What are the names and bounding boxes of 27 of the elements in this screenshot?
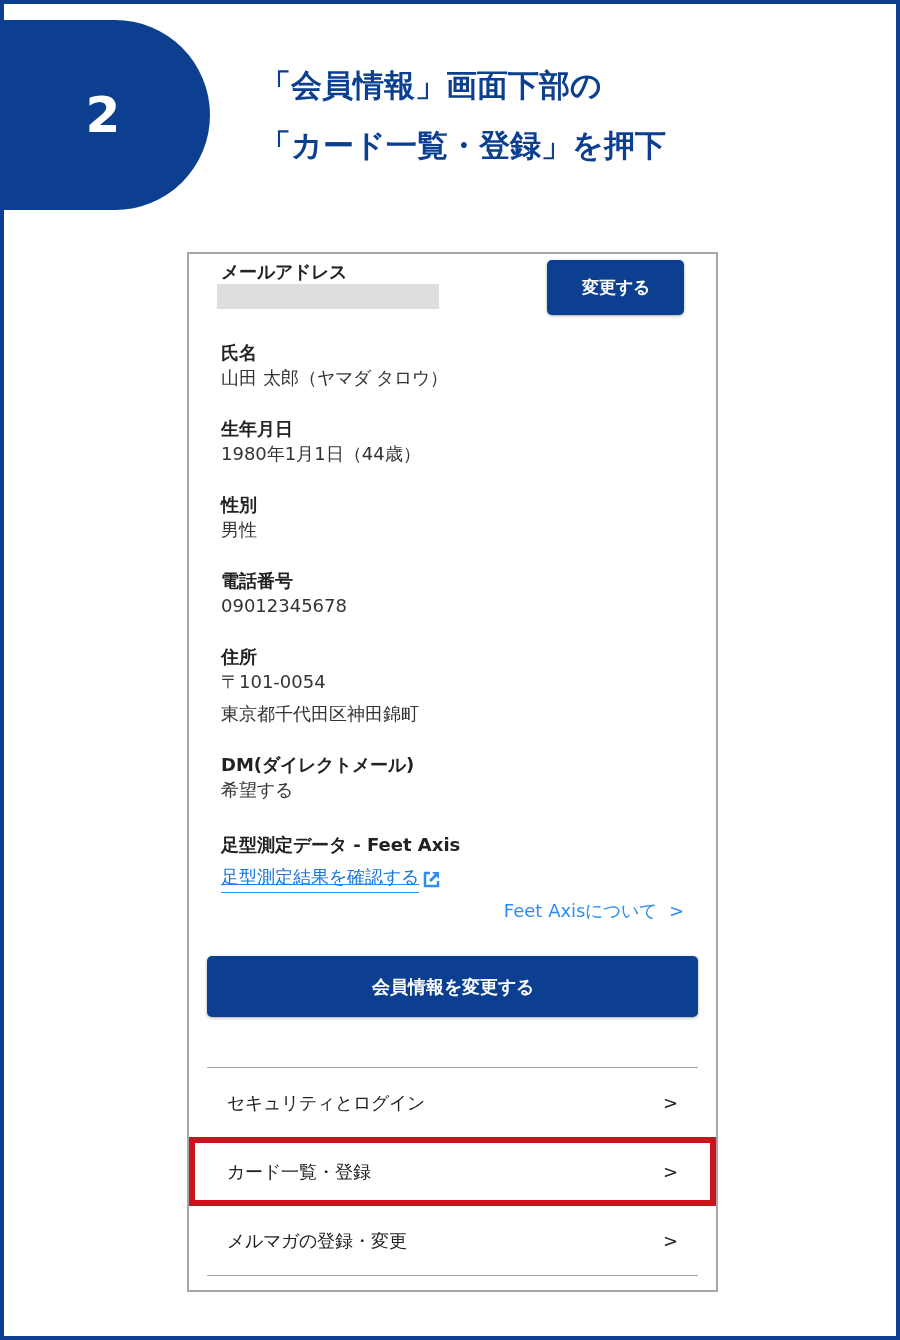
field-value: 09012345678	[221, 594, 348, 618]
menu-item[interactable]: カード一覧・登録 >	[189, 1137, 716, 1206]
field-label: 足型測定データ - Feet Axis	[221, 833, 462, 857]
field-label: メールアドレス	[220, 260, 348, 284]
change-button[interactable]: 変更する	[547, 260, 684, 315]
field-value: 〒101-0054	[221, 670, 327, 694]
field-value: 東京都千代田区神田錦町	[221, 702, 420, 726]
field-label: 住所	[221, 645, 258, 669]
field-value: 山田 太郎（ヤマダ タロウ）	[221, 366, 450, 390]
external-link-icon	[423, 870, 440, 888]
field-label: 生年月日	[221, 417, 294, 441]
chevron-icon: >	[662, 1089, 678, 1116]
about-link[interactable]: Feet Axisについて >	[503, 897, 684, 924]
submit-button[interactable]: 会員情報を変更する	[207, 956, 698, 1017]
field-value: 希望する	[221, 778, 294, 802]
chevron-icon: >	[662, 1227, 678, 1254]
result-link[interactable]: 足型測定結果を確認する	[221, 865, 440, 893]
step-title: 「カード一覧・登録」を押下	[260, 126, 666, 165]
field-value: 男性	[221, 518, 258, 542]
chevron-icon: >	[662, 1158, 678, 1185]
field-label: 氏名	[221, 341, 258, 365]
field-label: 電話番号	[221, 569, 294, 593]
field-label: DM(ダイレクトメール)	[221, 753, 416, 777]
step-number: 2	[4, 20, 210, 210]
step-title: 「会員情報」画面下部の	[260, 66, 603, 105]
field-label: 性別	[221, 493, 258, 517]
field-value: 1980年1月1日（44歳）	[221, 442, 422, 466]
